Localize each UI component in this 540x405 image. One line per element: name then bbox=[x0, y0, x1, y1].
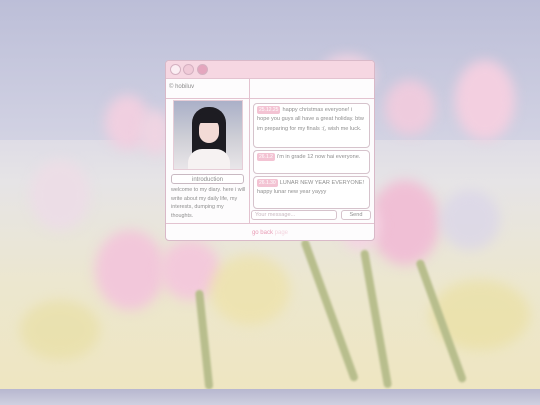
message-item: 26.1.30 LUNAR NEW YEAR EVERYONE! happy lu… bbox=[253, 176, 370, 209]
page-label: page bbox=[274, 230, 289, 236]
window-button-1[interactable] bbox=[170, 64, 181, 75]
window-header: © hobiluv bbox=[166, 79, 374, 99]
window-footer: go back page bbox=[166, 223, 374, 240]
message-item: 25.12.25 happy christmas everyone! i hope… bbox=[253, 103, 370, 148]
message-input[interactable]: Your message... bbox=[251, 210, 337, 220]
brand-label: © hobiluv bbox=[169, 84, 195, 90]
date-stamp: 26.1.30 bbox=[257, 179, 278, 187]
profile-panel: introduction welcome to my diary. here i… bbox=[166, 98, 249, 223]
go-back-label[interactable]: go back bbox=[252, 230, 273, 236]
date-stamp: 26.1.2 bbox=[257, 153, 275, 161]
date-stamp: 25.12.25 bbox=[257, 106, 281, 114]
window-button-2[interactable] bbox=[183, 64, 194, 75]
window-button-3[interactable] bbox=[197, 64, 208, 75]
intro-text: welcome to my diary. here i will write a… bbox=[171, 187, 246, 220]
message-text: i'm in grade 12 now hai everyone. bbox=[276, 154, 361, 160]
send-button[interactable]: Send bbox=[341, 210, 371, 220]
introduction-button[interactable]: introduction bbox=[171, 174, 244, 184]
diary-window: © hobiluv introduction welcome to my dia… bbox=[165, 60, 375, 241]
profile-photo bbox=[173, 100, 243, 170]
go-back-link[interactable]: go back page bbox=[166, 230, 374, 236]
message-item: 26.1.2 i'm in grade 12 now hai everyone. bbox=[253, 150, 370, 174]
message-panel: 25.12.25 happy christmas everyone! i hope… bbox=[250, 98, 374, 223]
title-bar bbox=[166, 61, 374, 79]
